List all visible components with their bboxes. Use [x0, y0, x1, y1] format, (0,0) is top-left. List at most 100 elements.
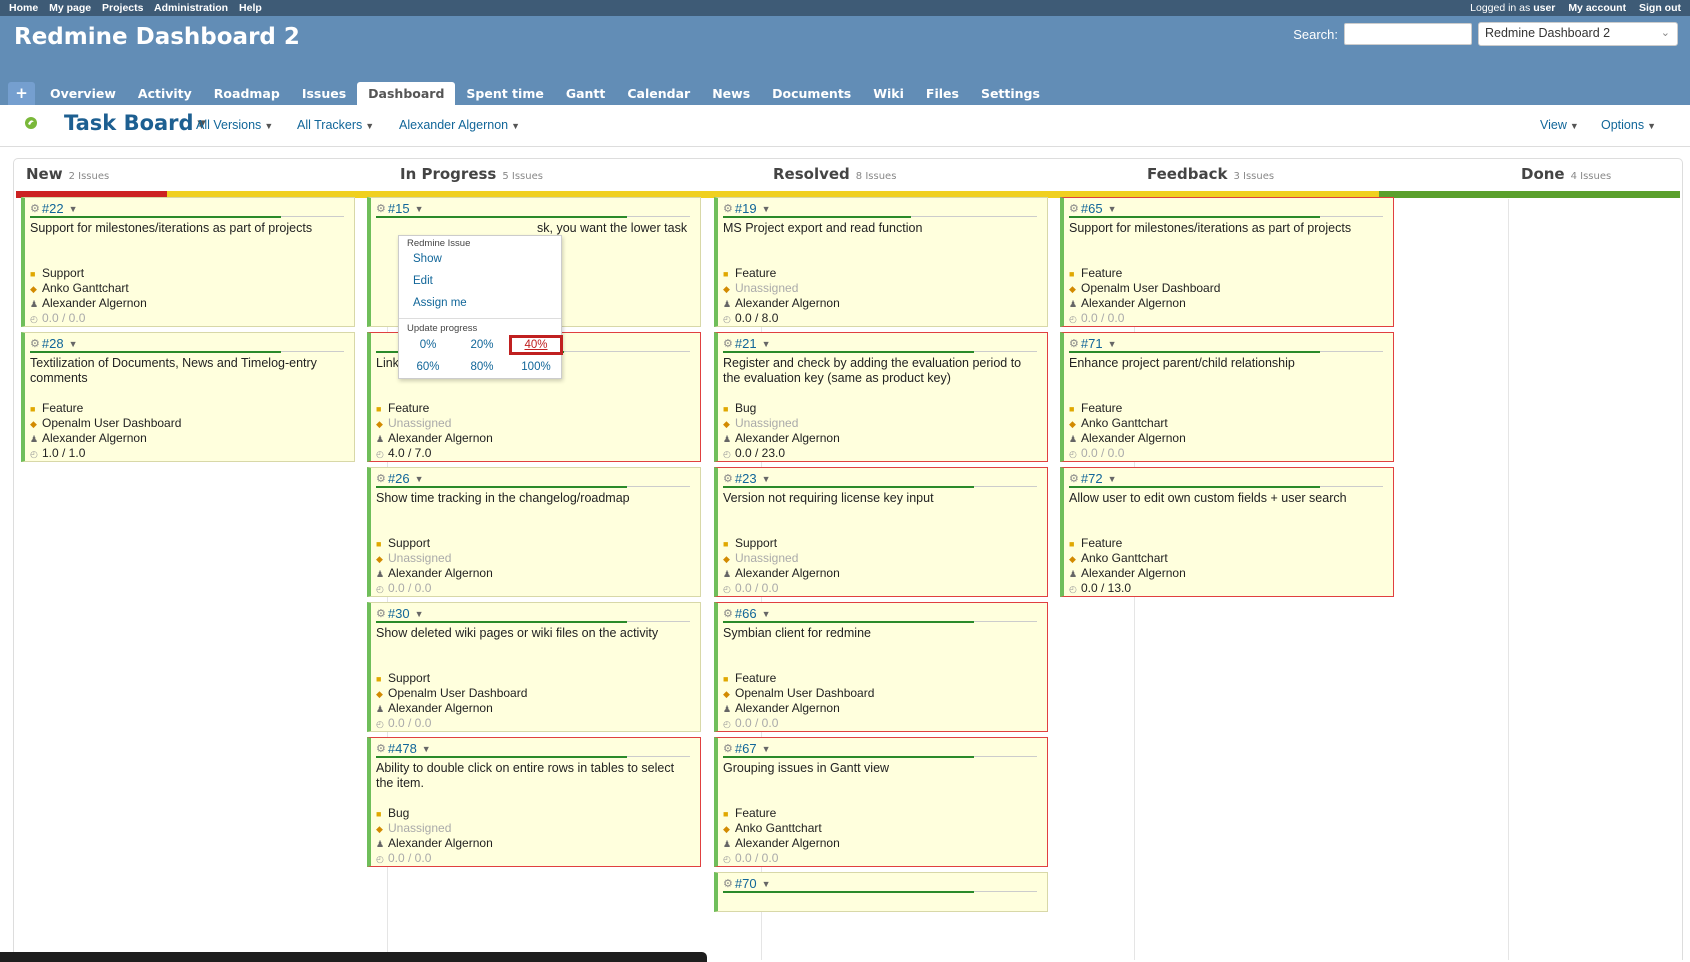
issue-number[interactable]: #65 [1081, 201, 1103, 216]
issue-card-header[interactable]: ⚙ #21 ▼ [723, 336, 771, 351]
issue-number[interactable]: #22 [42, 201, 64, 216]
progress-option-60[interactable]: 60% [401, 357, 455, 377]
caret-down-icon[interactable]: ▼ [762, 744, 771, 754]
tab-dashboard[interactable]: Dashboard [357, 82, 456, 105]
issue-number[interactable]: #72 [1081, 471, 1103, 486]
tab-news[interactable]: News [701, 82, 761, 105]
issue-number[interactable]: #71 [1081, 336, 1103, 351]
issue-card[interactable]: ⚙ #65 ▼ Support for milestones/iterations a… [1060, 197, 1394, 327]
logged-in-user[interactable]: user [1533, 2, 1555, 14]
issue-number[interactable]: #70 [735, 876, 757, 891]
versions-filter[interactable]: All Versions ▼ [196, 118, 273, 132]
caret-down-icon[interactable]: ▼ [762, 474, 771, 484]
issue-card-header[interactable]: ⚙ #71 ▼ [1069, 336, 1117, 351]
issue-card-header[interactable]: ⚙ #15 ▼ [376, 201, 424, 216]
progress-option-80[interactable]: 80% [455, 357, 509, 377]
home-link[interactable]: Home [9, 2, 38, 14]
caret-down-icon[interactable]: ▼ [762, 609, 771, 619]
issue-card[interactable]: ⚙ #30 ▼ Show deleted wiki pages or wiki fil… [367, 602, 701, 732]
issue-card[interactable]: ⚙ #66 ▼ Symbian client for redmine ■ Feature ◆… [714, 602, 1048, 732]
new-object-button[interactable]: + [8, 82, 35, 105]
issue-number[interactable]: #15 [388, 201, 410, 216]
issue-card-header[interactable]: ⚙ #19 ▼ [723, 201, 771, 216]
context-menu-assign-me[interactable]: Assign me [399, 294, 561, 316]
issue-card-header[interactable]: ⚙ #28 ▼ [30, 336, 78, 351]
issue-number[interactable]: #23 [735, 471, 757, 486]
issue-number[interactable]: #30 [388, 606, 410, 621]
issue-number[interactable]: #19 [735, 201, 757, 216]
options-menu[interactable]: Options ▼ [1601, 118, 1656, 132]
sign-out-link[interactable]: Sign out [1639, 2, 1681, 14]
issue-card-header[interactable]: ⚙ #67 ▼ [723, 741, 771, 756]
issue-card[interactable]: ⚙ #478 ▼ Ability to double click on entire … [367, 737, 701, 867]
issue-number[interactable]: #67 [735, 741, 757, 756]
issue-card-header[interactable]: ⚙ #23 ▼ [723, 471, 771, 486]
help-link[interactable]: Help [239, 2, 262, 14]
issue-card-header[interactable]: ⚙ #26 ▼ [376, 471, 424, 486]
progress-option-40[interactable]: 40% [509, 335, 563, 355]
project-jump-select[interactable]: Redmine Dashboard 2 ⌄ [1478, 22, 1678, 46]
issue-card-header[interactable]: ⚙ #66 ▼ [723, 606, 771, 621]
view-menu[interactable]: View ▼ [1540, 118, 1579, 132]
caret-down-icon[interactable]: ▼ [415, 609, 424, 619]
user-icon: ♟ [376, 704, 385, 714]
tab-activity[interactable]: Activity [127, 82, 203, 105]
caret-down-icon[interactable]: ▼ [415, 474, 424, 484]
caret-down-icon[interactable]: ▼ [1108, 204, 1117, 214]
issue-number[interactable]: #66 [735, 606, 757, 621]
context-menu-show[interactable]: Show [399, 250, 561, 272]
issue-card[interactable]: ⚙ #26 ▼ Show time tracking in the changelog… [367, 467, 701, 597]
issue-card-header[interactable]: ⚙ #478 ▼ [376, 741, 431, 756]
board-title-dropdown[interactable]: Task Board ▼ [64, 111, 206, 135]
my-account-link[interactable]: My account [1568, 2, 1626, 14]
caret-down-icon[interactable]: ▼ [422, 744, 431, 754]
tab-settings[interactable]: Settings [970, 82, 1051, 105]
issue-card-header[interactable]: ⚙ #65 ▼ [1069, 201, 1117, 216]
issue-card[interactable]: ⚙ #72 ▼ Allow user to edit own custom field… [1060, 467, 1394, 597]
caret-down-icon[interactable]: ▼ [1108, 339, 1117, 349]
issue-card[interactable]: ⚙ #22 ▼ Support for milestones/iterations a… [21, 197, 355, 327]
tab-issues[interactable]: Issues [291, 82, 357, 105]
caret-down-icon[interactable]: ▼ [415, 204, 424, 214]
progress-option-0[interactable]: 0% [401, 335, 455, 355]
issue-card[interactable]: ⚙ #19 ▼ MS Project export and read function… [714, 197, 1048, 327]
issue-card[interactable]: ⚙ #23 ▼ Version not requiring license key i… [714, 467, 1048, 597]
trackers-filter[interactable]: All Trackers ▼ [297, 118, 374, 132]
issue-card-header[interactable]: ⚙ #72 ▼ [1069, 471, 1117, 486]
tab-overview[interactable]: Overview [39, 82, 127, 105]
caret-down-icon[interactable]: ▼ [1108, 474, 1117, 484]
tab-gantt[interactable]: Gantt [555, 82, 617, 105]
search-input[interactable] [1344, 23, 1472, 45]
issue-number[interactable]: #26 [388, 471, 410, 486]
assignee-filter[interactable]: Alexander Algernon ▼ [399, 118, 520, 132]
time-row: ◴ 0.0 / 0.0 [376, 851, 493, 866]
tab-calendar[interactable]: Calendar [616, 82, 701, 105]
progress-option-20[interactable]: 20% [455, 335, 509, 355]
caret-down-icon[interactable]: ▼ [762, 339, 771, 349]
issue-card[interactable]: ⚙ #21 ▼ Register and check by adding the ev… [714, 332, 1048, 462]
administration-link[interactable]: Administration [154, 2, 228, 14]
issue-card-header[interactable]: ⚙ #30 ▼ [376, 606, 424, 621]
my-page-link[interactable]: My page [49, 2, 91, 14]
tab-spent-time[interactable]: Spent time [455, 82, 554, 105]
issue-card-header[interactable]: ⚙ #70 ▼ [723, 876, 771, 891]
issue-card-header[interactable]: ⚙ #22 ▼ [30, 201, 78, 216]
issue-card[interactable]: ⚙ #67 ▼ Grouping issues in Gantt view ■ Featu… [714, 737, 1048, 867]
tab-roadmap[interactable]: Roadmap [203, 82, 291, 105]
tab-wiki[interactable]: Wiki [862, 82, 915, 105]
issue-card[interactable]: ⚙ #70 ▼ [714, 872, 1048, 912]
issue-number[interactable]: #478 [388, 741, 417, 756]
caret-down-icon[interactable]: ▼ [762, 204, 771, 214]
caret-down-icon[interactable]: ▼ [762, 879, 771, 889]
issue-number[interactable]: #21 [735, 336, 757, 351]
context-menu-edit[interactable]: Edit [399, 272, 561, 294]
projects-link[interactable]: Projects [102, 2, 143, 14]
issue-number[interactable]: #28 [42, 336, 64, 351]
tab-files[interactable]: Files [915, 82, 970, 105]
caret-down-icon[interactable]: ▼ [69, 204, 78, 214]
caret-down-icon[interactable]: ▼ [69, 339, 78, 349]
progress-option-100[interactable]: 100% [509, 357, 563, 377]
issue-card[interactable]: ⚙ #28 ▼ Textilization of Documents, News an… [21, 332, 355, 462]
issue-card[interactable]: ⚙ #71 ▼ Enhance project parent/child relati… [1060, 332, 1394, 462]
tab-documents[interactable]: Documents [761, 82, 862, 105]
